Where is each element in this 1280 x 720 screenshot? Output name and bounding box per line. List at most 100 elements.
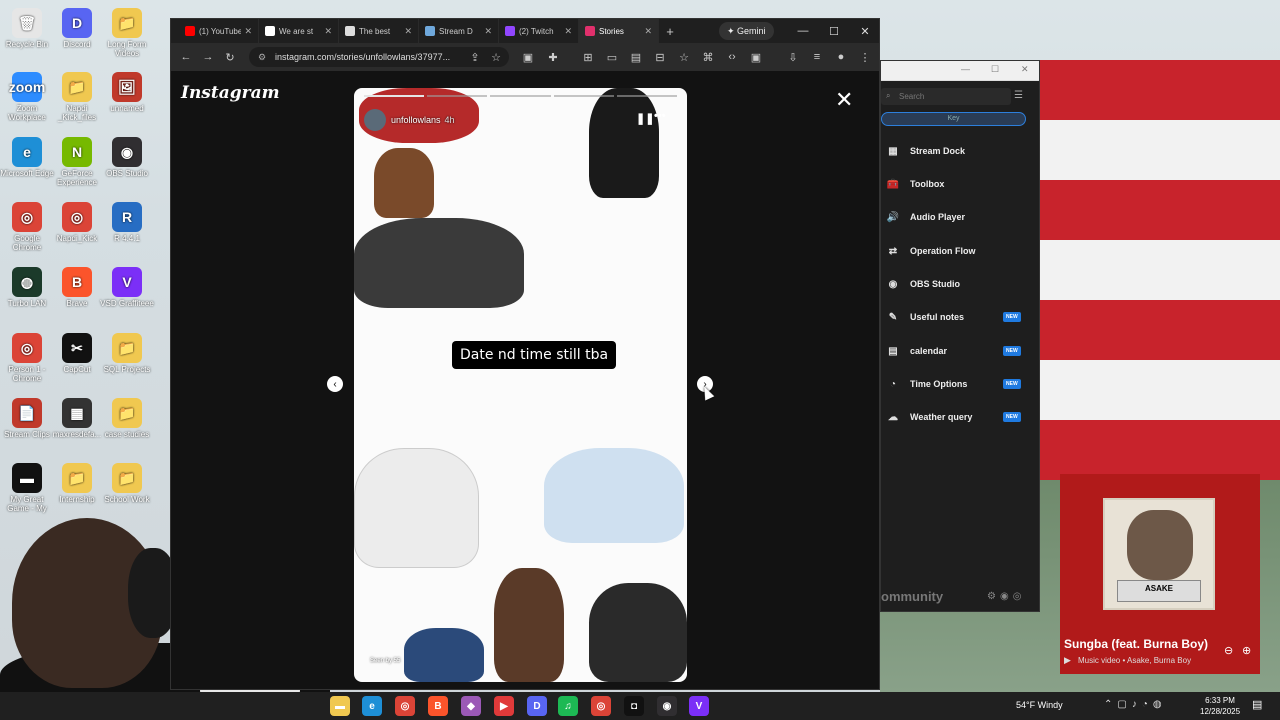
dock-item[interactable]: ▤ calendar NEW [885,340,1035,362]
story-username[interactable]: unfollowlans [391,115,441,125]
menu-icon[interactable]: ≡ [806,46,828,68]
dock-item[interactable]: 🧰 Toolbox [885,173,1035,195]
dock-item[interactable]: ⇄ Operation Flow [885,240,1035,262]
avatar[interactable] [364,109,386,131]
desktop-icon[interactable]: 📁 Long Form Videos [100,4,154,58]
code-icon[interactable]: ‹› [721,46,743,68]
album-cover[interactable]: ASAKE [1103,498,1215,610]
close-icon[interactable]: ✕ [835,87,853,113]
tab-close-icon[interactable]: ✕ [324,26,332,37]
browser-tab[interactable]: (1) YouTube ✕ [179,19,259,43]
chrome-icon[interactable]: ◎ [395,696,415,716]
reload-icon[interactable]: ↻ [219,46,241,68]
desktop-icon[interactable]: 📁 Internship [50,459,104,504]
notification-icon[interactable]: ▤ [1252,698,1262,711]
browser-tab[interactable]: Stories ✕ [579,19,659,43]
social-icons[interactable]: ⚙◉◎ [987,591,1025,602]
desktop-icon[interactable]: e Microsoft Edge [0,133,54,178]
desktop-icon[interactable]: 📁 School Work [100,459,154,504]
desktop-icon[interactable]: B Brave [50,263,104,308]
spotify-icon[interactable]: ♫ [558,696,578,716]
dock-item[interactable]: ▦ Stream Dock [885,140,1035,162]
dock-item[interactable]: ◉ OBS Studio [885,273,1035,295]
desktop-icon[interactable]: zoom Zoom Workplace [0,68,54,122]
list-view-icon[interactable]: ☰ [1014,90,1023,101]
app-icon[interactable]: ◆ [461,696,481,716]
system-tray[interactable]: ⌃▢♪◔◍ [1104,699,1167,710]
download-icon[interactable]: ⇩ [782,46,804,68]
previous-story-icon[interactable]: ‹ [327,376,343,392]
desktop-icon[interactable]: 📁 SQL Projects [100,329,154,374]
profile-avatar[interactable]: ● [830,46,852,68]
extension-icon[interactable]: ⊞ [577,46,599,68]
more-icon[interactable]: ⋮ [854,46,876,68]
brave-icon[interactable]: B [428,696,448,716]
tab-close-icon[interactable]: ✕ [644,26,652,37]
extension-icon[interactable]: ▭ [601,46,623,68]
story-viewer[interactable]: unfollowlans 4h ❚❚ ••• Date nd time stil… [354,88,687,682]
bookmark-star-icon[interactable]: ☆ [485,46,507,68]
edge-icon[interactable]: e [362,696,382,716]
extension-icon[interactable]: ▣ [517,46,539,68]
reading-icon[interactable]: ▤ [625,46,647,68]
close-window-button[interactable]: ✕ [850,19,880,43]
sidebar-icon[interactable]: ▣ [745,46,767,68]
seen-by-label[interactable]: Seen by 55 [370,658,400,664]
browser-tab[interactable]: Stream D ✕ [419,19,499,43]
forward-icon[interactable]: → [197,46,219,68]
site-info-icon[interactable]: ⚙ [258,52,266,63]
dock-search-input[interactable]: ⌕ Search [881,88,1011,105]
desktop-icon[interactable]: ▬ My Great Game - My [0,459,54,513]
key-button[interactable]: Key [881,112,1026,126]
dock-item[interactable]: ☁ Weather query NEW [885,406,1035,428]
back-icon[interactable]: ← [175,46,197,68]
app-icon[interactable]: V [689,696,709,716]
translate-icon[interactable]: ⌘ [697,46,719,68]
desktop-icon[interactable]: 📁 Napdi _Kick_files [50,68,104,122]
new-tab-button[interactable]: + [659,24,681,39]
dock-item[interactable]: ◔ Time Options NEW [885,373,1035,395]
clock[interactable]: 6:33 PM 12/28/2025 [1200,695,1240,717]
grid-icon[interactable]: ⊟ [649,46,671,68]
more-options-icon[interactable]: ••• [654,110,666,122]
zoom-in-icon[interactable]: ⊕ [1242,644,1251,657]
desktop-icon[interactable]: ◎ Person 1 - Chrome [0,329,54,383]
tab-close-icon[interactable]: ✕ [484,26,492,37]
maximize-icon[interactable]: ☐ [991,64,999,75]
puzzle-icon[interactable]: ✚ [542,46,564,68]
minimize-icon[interactable]: — [961,64,970,74]
instagram-logo[interactable]: Instagram [181,83,280,103]
desktop-icon[interactable]: ◎ Google Chrome [0,198,54,252]
dock-item[interactable]: ✎ Useful notes NEW [885,306,1035,328]
desktop-icon[interactable]: ◉ OBS Studio [100,133,154,178]
tab-close-icon[interactable]: ✕ [404,26,412,37]
app-icon[interactable]: ◘ [624,696,644,716]
obs-icon[interactable]: ◉ [657,696,677,716]
tab-close-icon[interactable]: ✕ [244,26,252,37]
desktop-icon[interactable]: 🖼 unnamed [100,68,154,113]
desktop-icon[interactable]: V VSD Graffiteee [100,263,154,308]
minimize-button[interactable]: — [788,19,818,43]
desktop-icon[interactable]: 📁 case studies [100,394,154,439]
browser-tab[interactable]: The best ✕ [339,19,419,43]
maximize-button[interactable]: ☐ [819,19,849,43]
file-explorer-icon[interactable]: ▬ [330,696,350,716]
gemini-button[interactable]: ✦ Gemini [719,22,774,40]
desktop-icon[interactable]: 📄 Stream Clips [0,394,54,439]
desktop-icon[interactable]: ▦ maxresdefa... [50,394,104,439]
chrome-icon[interactable]: ◎ [591,696,611,716]
discord-icon[interactable]: D [527,696,547,716]
desktop-icon[interactable]: R R 4.4.1 [100,198,154,243]
desktop-icon[interactable]: ◎ Napdi_Kick [50,198,104,243]
desktop-icon[interactable]: 🗑 Recycle Bin [0,4,54,49]
pause-icon[interactable]: ❚❚ [636,112,654,125]
weather-widget[interactable]: 54°F Windy [1016,700,1063,710]
favorite-icon[interactable]: ☆ [673,46,695,68]
app-icon[interactable]: ▶ [494,696,514,716]
desktop-icon[interactable]: ✂ CapCut [50,329,104,374]
desktop-icon[interactable]: ◍ Turbo LAN [0,263,54,308]
close-icon[interactable]: ✕ [1021,64,1029,75]
community-label[interactable]: ommunity [881,589,943,604]
desktop-icon[interactable]: D Discord [50,4,104,49]
dock-item[interactable]: 🔊 Audio Player [885,206,1035,228]
